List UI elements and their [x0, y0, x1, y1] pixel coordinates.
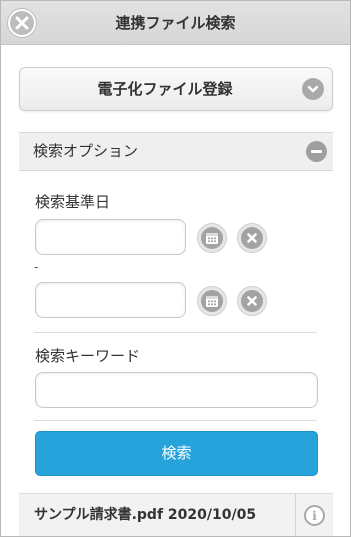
keyword-input[interactable] — [35, 372, 318, 408]
date-range-separator: - — [34, 260, 39, 274]
file-type-select[interactable]: 電子化ファイル登録 — [19, 67, 333, 111]
dialog-window: 連携ファイル検索 電子化ファイル登録 検索オプション 検索基準日 - 検索キーワ… — [0, 0, 351, 537]
search-button[interactable]: 検索 — [35, 431, 318, 476]
header-bar: 連携ファイル検索 — [1, 1, 350, 45]
file-type-select-value: 電子化ファイル登録 — [97, 80, 233, 98]
calendar-icon — [206, 233, 218, 244]
clear-button-from[interactable] — [237, 223, 267, 253]
base-date-label: 検索基準日 — [35, 193, 111, 211]
clear-button-to[interactable] — [237, 286, 267, 316]
result-info-button[interactable]: i — [295, 494, 333, 536]
calendar-button-from[interactable] — [197, 223, 227, 253]
clear-icon — [247, 296, 257, 306]
base-date-from-input[interactable] — [35, 219, 186, 255]
minus-icon — [306, 141, 327, 162]
page-title: 連携ファイル検索 — [115, 14, 236, 32]
search-options-title: 検索オプション — [33, 142, 139, 160]
info-icon: i — [304, 505, 325, 526]
clear-icon — [247, 233, 257, 243]
keyword-label: 検索キーワード — [35, 347, 141, 365]
calendar-icon — [206, 296, 218, 307]
result-item-text: サンプル請求書.pdf 2020/10/05 — [34, 507, 257, 523]
base-date-to-input[interactable] — [35, 282, 186, 318]
chevron-down-icon — [302, 78, 324, 100]
search-options-header[interactable]: 検索オプション — [19, 132, 333, 171]
calendar-button-to[interactable] — [197, 286, 227, 316]
section-divider — [34, 332, 317, 333]
list-item[interactable]: サンプル請求書.pdf 2020/10/05 i — [19, 493, 333, 536]
section-divider — [34, 420, 317, 421]
